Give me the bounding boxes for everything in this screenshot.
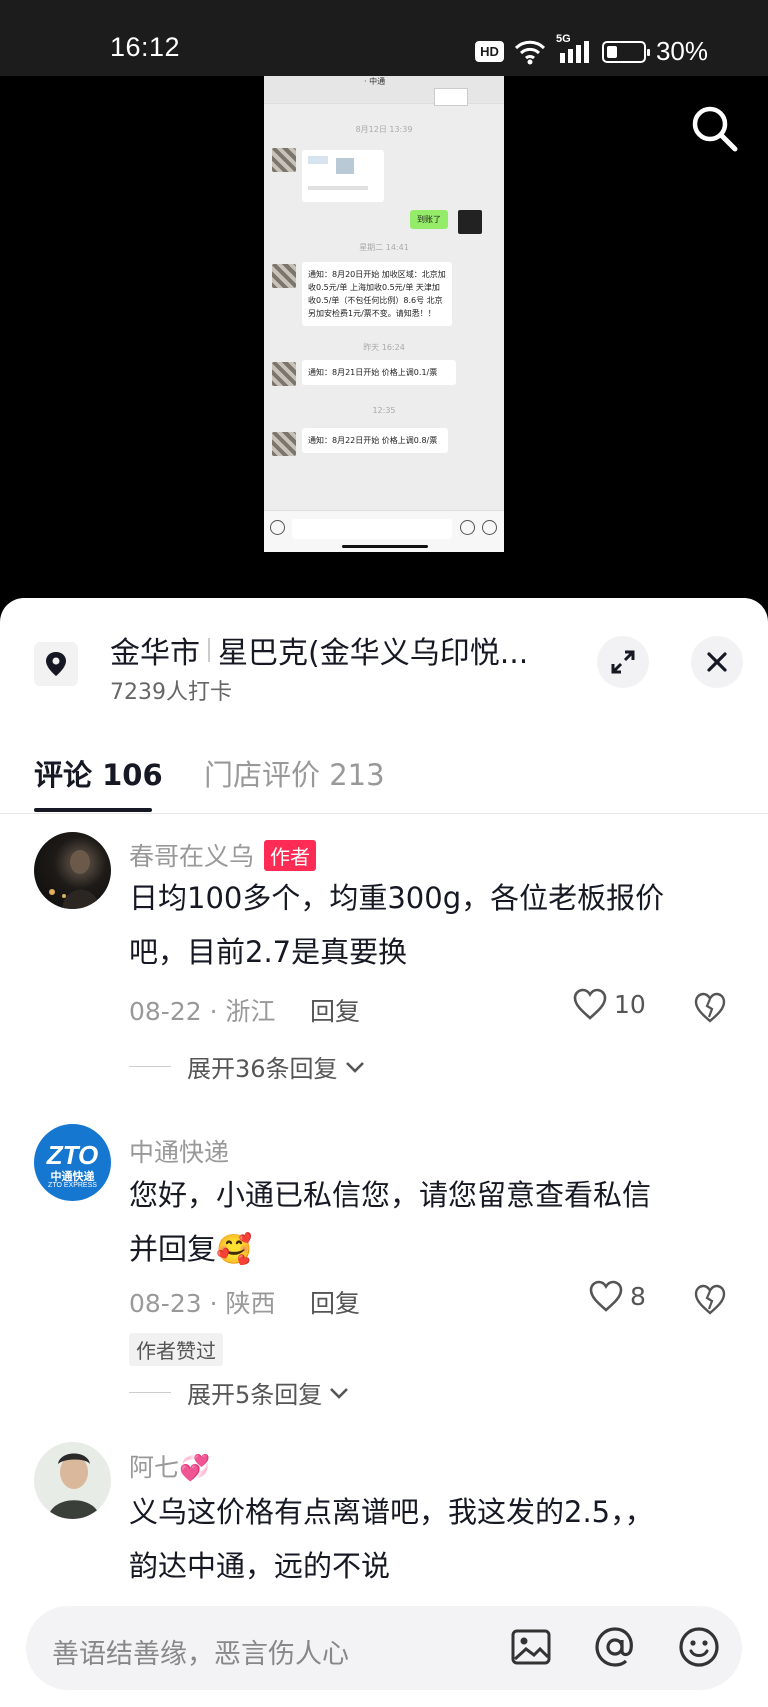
location-city: 金华市 [110,636,200,671]
author-liked-badge: 作者赞过 [129,1333,223,1366]
comment-meta: 08-22 · 浙江 [129,997,276,1026]
location-pin-icon [34,642,78,686]
chat-timestamp: 12:35 [372,406,396,415]
location-header[interactable]: 金华市 星巴克(金华义乌印悦... 7239人打卡 [0,598,768,728]
chat-header-title: · 中通 [364,77,386,86]
chat-timestamp: 8月12日 13:39 [355,125,413,134]
video-player[interactable]: · 中通 8月12日 13:39 到账了 星期二 14:41 通知：8月20日开… [0,76,768,616]
avatar[interactable] [34,1442,111,1519]
author-badge: 作者 [264,839,317,871]
heart-icon [573,988,607,1020]
comment-text-line: 并回复🥰 [129,1232,253,1266]
comment-text-line: 日均100多个，均重300g，各位老板报价 [129,881,665,915]
chevron-down-icon [330,1387,349,1399]
comment-text-line: 吧，目前2.7是真要换 [129,935,408,969]
emoji-icon[interactable] [676,1624,722,1670]
comment-username-text: 阿七💞 [129,1453,211,1482]
dislike-icon[interactable] [693,1283,727,1317]
tab-store-reviews[interactable]: 门店评价 213 [204,752,385,794]
battery-fill [606,45,617,58]
close-button[interactable] [691,636,743,688]
expand-replies-button[interactable]: 展开36条回复 [129,1049,368,1084]
chevron-down-icon [345,1061,364,1073]
status-bar: 16:12 HD 5G 30% [0,0,768,76]
comment-username-text: 春哥在义乌 [129,842,255,871]
expand-icon [611,650,635,674]
location-place: 星巴克(金华义乌印悦... [218,636,529,671]
comment-text: 您好，小通已私信您，请您留意查看私信 并回复🥰 [129,1168,729,1276]
location-title[interactable]: 金华市 星巴克(金华义乌印悦... [110,628,528,672]
comment-username[interactable]: 中通快递 [129,1133,229,1169]
chat-avatar [272,148,296,172]
chat-notice-bubble: 通知：8月22日开始 价格上调0.8/票 [302,428,448,453]
chat-avatar [272,432,296,456]
chat-notice-bubble: 通知：8月20日开始 加收区域：北京加收0.5元/单 上海加收0.5元/单 天津… [302,262,452,326]
chat-image-bubble [302,150,384,202]
comment-text: 义乌这价格有点离谱吧，我这发的2.5，， 韵达中通，远的不说 [129,1485,729,1593]
video-frame-chat-screenshot: · 中通 8月12日 13:39 到账了 星期二 14:41 通知：8月20日开… [264,76,504,552]
dislike-icon[interactable] [693,991,727,1025]
like-button[interactable]: 8 [588,1279,646,1313]
chat-input-bar [264,510,504,552]
expand-replies-label: 展开5条回复 [187,1381,323,1409]
status-indicators: HD 5G 30% [475,33,708,67]
search-icon[interactable] [688,102,742,156]
tab-comments[interactable]: 评论 106 [34,752,163,794]
avatar[interactable] [34,832,111,909]
location-checkins: 7239人打卡 [110,680,232,705]
chat-self-avatar [458,210,482,234]
hd-icon: HD [475,41,504,62]
comment-text-line: 义乌这价格有点离谱吧，我这发的2.5，， [129,1495,654,1529]
divider-dash [129,1392,171,1393]
avatar-logo-subtext-en: ZTO EXPRESS [48,1182,97,1189]
at-icon[interactable] [592,1624,638,1670]
reply-button[interactable]: 回复 [310,992,360,1028]
comment-tabs: 评论 106 门店评价 213 [0,728,768,814]
wifi-icon [514,40,546,64]
expand-button[interactable] [597,636,649,688]
battery-percent: 30% [655,36,708,66]
comment-username[interactable]: 春哥在义乌 作者 [129,837,317,873]
comment-input-placeholder[interactable]: 善语结善缘，恶言伤人心 [52,1632,349,1671]
like-button[interactable]: 10 [572,987,646,1021]
heart-icon [589,1280,623,1312]
reply-button[interactable]: 回复 [310,1284,360,1320]
comment-text-line: 韵达中通，远的不说 [129,1549,391,1583]
comment-username[interactable]: 阿七💞 [129,1448,210,1484]
comment-meta: 08-23 · 陕西 [129,1289,276,1318]
image-icon[interactable] [508,1624,554,1670]
chat-notice-bubble: 通知：8月21日开始 价格上调0.1/票 [302,360,456,385]
location-separator [208,638,210,662]
comment-username-text: 中通快递 [129,1138,230,1167]
close-icon [707,652,727,672]
chat-timestamp: 昨天 16:24 [363,343,405,352]
like-count: 8 [630,1281,646,1311]
signal-icon: 5G [556,33,592,65]
comment-text-line: 您好，小通已私信您，请您留意查看私信 [129,1178,652,1212]
chat-timestamp: 星期二 14:41 [359,243,409,252]
active-tab-indicator [34,808,152,812]
chat-green-bubble: 到账了 [410,210,448,229]
expand-replies-button[interactable]: 展开5条回复 [129,1375,352,1410]
like-count: 10 [614,989,646,1019]
chat-avatar [272,362,296,386]
chat-avatar [272,264,296,288]
chat-header: · 中通 [264,76,504,106]
avatar-logo-text: ZTO [46,1140,99,1170]
expand-replies-label: 展开36条回复 [187,1055,338,1083]
divider-dash [129,1066,171,1067]
comments-sheet: 金华市 星巴克(金华义乌印悦... 7239人打卡 评论 106 门店评价 21… [0,598,768,1707]
comment-input-bar[interactable]: 善语结善缘，恶言伤人心 [26,1606,742,1690]
avatar[interactable]: ZTO 中通快递 ZTO EXPRESS [34,1124,111,1201]
comment-text: 日均100多个，均重300g，各位老板报价 吧，目前2.7是真要换 [129,871,729,979]
status-time: 16:12 [110,32,181,62]
battery-icon [601,40,650,63]
